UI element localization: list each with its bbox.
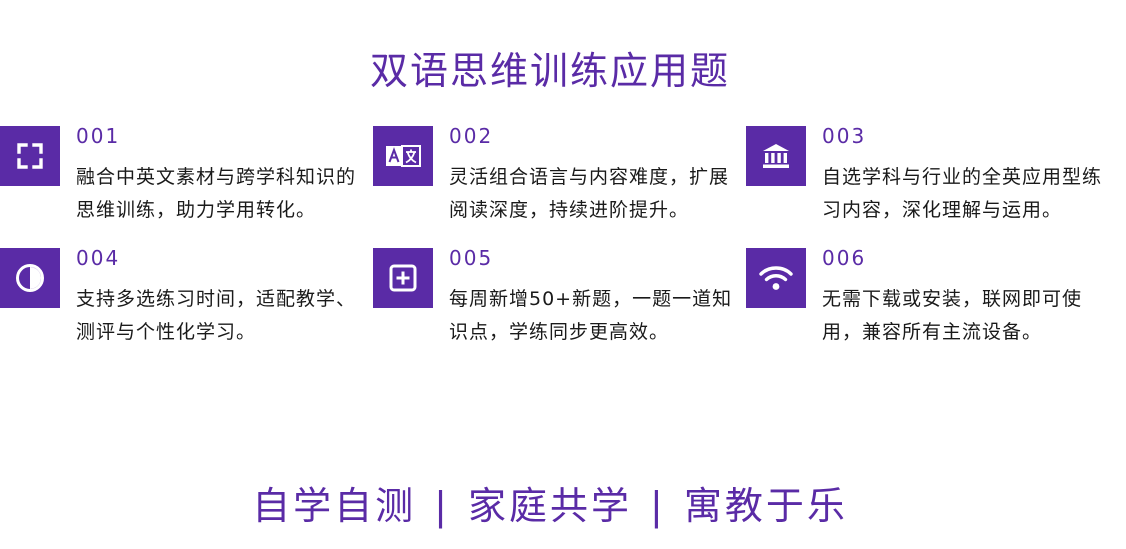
- feature-item-002: 002 灵活组合语言与内容难度，扩展阅读深度，持续进阶提升。: [373, 124, 733, 236]
- feature-description: 融合中英文素材与跨学科知识的思维训练，助力学用转化。: [76, 166, 357, 221]
- feature-number: 001: [76, 124, 121, 148]
- slogan-separator: |: [650, 484, 666, 528]
- slogan: 自学自测 | 家庭共学 | 寓教于乐: [0, 480, 1100, 532]
- fullscreen-icon: [0, 126, 60, 186]
- bank-icon: [746, 126, 806, 186]
- feature-grid: 001 融合中英文素材与跨学科知识的思维训练，助力学用转化。 002 灵活组合语…: [0, 0, 1126, 549]
- feature-description: 无需下载或安装，联网即可使用，兼容所有主流设备。: [822, 288, 1083, 343]
- feature-number: 006: [822, 246, 867, 270]
- feature-number: 005: [449, 246, 494, 270]
- feature-item-003: 003 自选学科与行业的全英应用型练习内容，深化理解与运用。: [746, 124, 1106, 236]
- slogan-part-family-learning: 家庭共学: [467, 484, 632, 528]
- feature-description: 自选学科与行业的全英应用型练习内容，深化理解与运用。: [822, 166, 1103, 221]
- feature-number: 003: [822, 124, 867, 148]
- slogan-part-edutainment: 寓教于乐: [683, 484, 848, 528]
- plus-box-icon: [373, 248, 433, 308]
- feature-item-006: 006 无需下载或安装，联网即可使用，兼容所有主流设备。: [746, 246, 1106, 358]
- feature-item-001: 001 融合中英文素材与跨学科知识的思维训练，助力学用转化。: [0, 124, 360, 236]
- feature-item-005: 005 每周新增50+新题，一题一道知识点，学练同步更高效。: [373, 246, 733, 358]
- translate-icon: [373, 126, 433, 186]
- feature-item-004: 004 支持多选练习时间，适配教学、测评与个性化学习。: [0, 246, 360, 358]
- feature-description: 支持多选练习时间，适配教学、测评与个性化学习。: [76, 288, 357, 343]
- slogan-separator: |: [434, 484, 450, 528]
- slogan-part-self-study: 自学自测: [252, 484, 417, 528]
- feature-description: 灵活组合语言与内容难度，扩展阅读深度，持续进阶提升。: [449, 166, 730, 221]
- feature-number: 004: [76, 246, 121, 270]
- feature-description: 每周新增50+新题，一题一道知识点，学练同步更高效。: [449, 288, 733, 343]
- contrast-icon: [0, 248, 60, 308]
- wifi-icon: [746, 248, 806, 308]
- feature-number: 002: [449, 124, 494, 148]
